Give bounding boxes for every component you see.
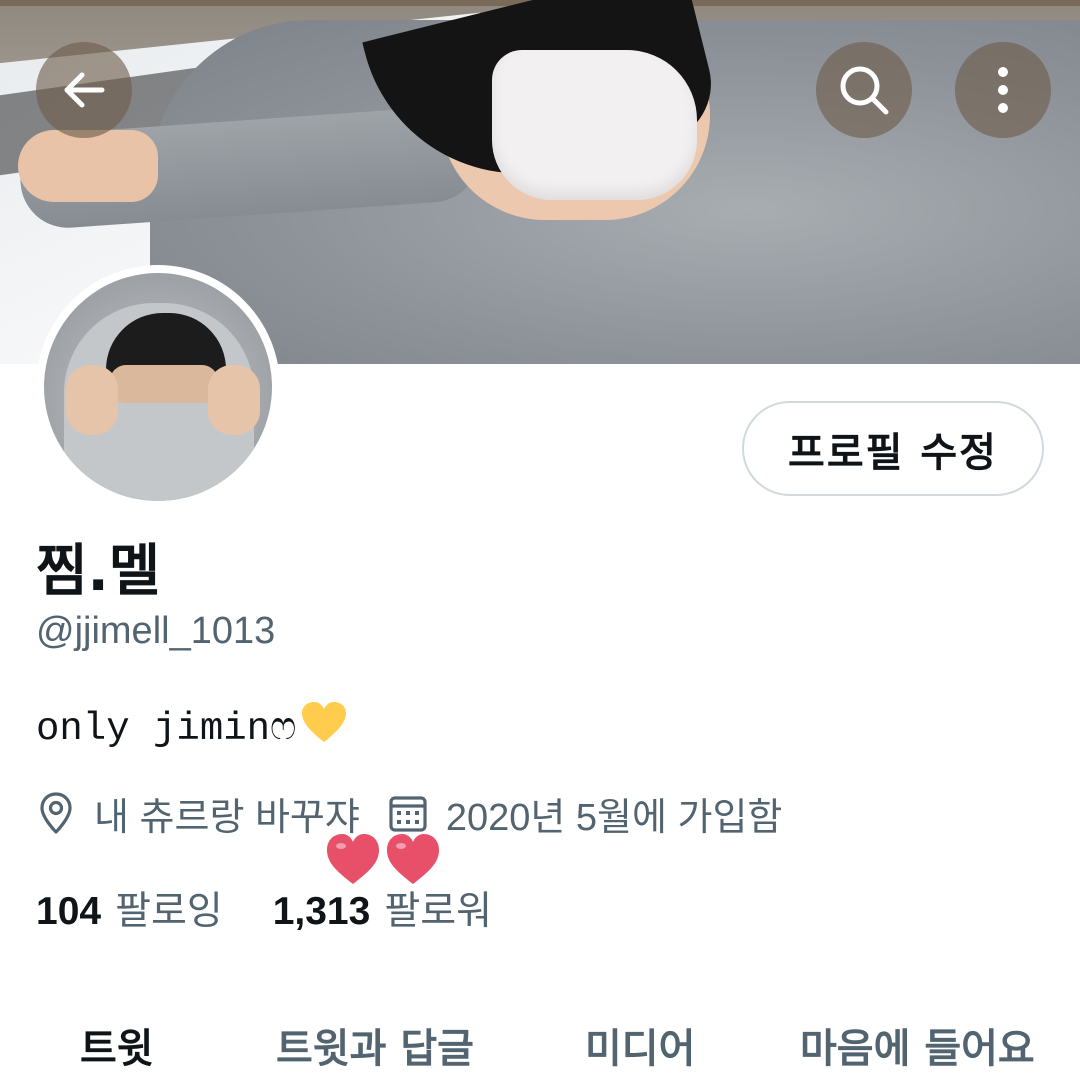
tab-media[interactable]: 미디어 <box>585 1016 695 1074</box>
join-date: 2020년 5월에 가입함 <box>388 786 783 841</box>
more-options-button[interactable] <box>955 42 1051 138</box>
arrow-left-icon <box>64 72 105 108</box>
more-vertical-icon <box>998 67 1008 113</box>
search-icon <box>840 66 889 115</box>
bio: only jiminෆ <box>36 700 348 756</box>
follow-stats: 104 팔로잉 1,313 팔로워 <box>36 880 492 936</box>
avatar-hands <box>66 365 260 435</box>
profile-tabs: 트윗 트윗과 답글 미디어 마음에 들어요 <box>0 1002 1080 1080</box>
avatar-photo <box>44 273 272 501</box>
join-date-text: 2020년 5월에 가입함 <box>445 796 783 839</box>
profile-avatar[interactable] <box>36 265 280 509</box>
following-count: 104 <box>36 890 102 933</box>
display-name: 찜.멜 <box>36 539 161 604</box>
following-label: 팔로잉 <box>115 890 223 933</box>
tab-tweets-replies[interactable]: 트윗과 답글 <box>276 1016 474 1074</box>
user-handle: @jjimell_1013 <box>36 610 276 652</box>
back-button[interactable] <box>36 42 132 138</box>
following-link[interactable]: 104 팔로잉 <box>36 880 223 936</box>
followers-link[interactable]: 1,313 팔로워 <box>273 880 492 936</box>
location-pin-icon <box>40 792 72 834</box>
yellow-heart-icon <box>300 700 348 756</box>
location-text: 내 츄르랑 바꾸쟈 <box>94 796 360 839</box>
banner-hand <box>18 130 158 202</box>
search-button[interactable] <box>816 42 912 138</box>
location: 내 츄르랑 바꾸쟈 <box>36 786 360 841</box>
banner-face-mask <box>492 50 697 200</box>
bio-text: only jiminෆ <box>36 706 297 751</box>
red-hearts-icon <box>327 834 439 884</box>
followers-label: 팔로워 <box>384 890 492 933</box>
edit-profile-button[interactable]: 프로필 수정 <box>742 401 1044 496</box>
tab-tweets[interactable]: 트윗 <box>80 1016 154 1074</box>
calendar-icon <box>389 796 427 832</box>
followers-count: 1,313 <box>272 890 371 933</box>
tab-likes[interactable]: 마음에 들어요 <box>800 1016 1035 1074</box>
